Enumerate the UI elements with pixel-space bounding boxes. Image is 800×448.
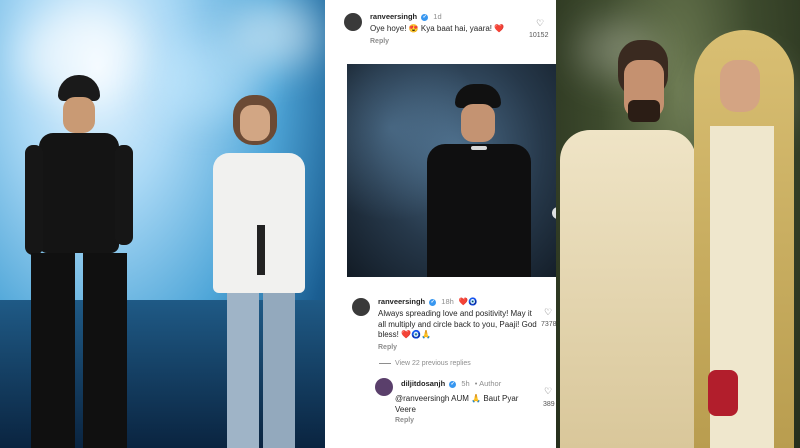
view-replies-link[interactable]: View 22 previous replies: [379, 360, 471, 367]
author-label: Author: [479, 379, 502, 388]
heart-icon[interactable]: ♡: [544, 386, 552, 397]
comment-item: diljitdosanjh ✓ 5h • Author @ranveersing…: [325, 375, 556, 445]
comment-emoji: ❤️🧿: [458, 297, 478, 306]
post-image[interactable]: ›: [347, 64, 568, 277]
comment-username[interactable]: ranveersingh: [378, 297, 425, 306]
heart-icon[interactable]: ♡: [544, 307, 552, 318]
reply-button[interactable]: Reply: [395, 417, 414, 424]
bride-figure: [686, 30, 800, 448]
performer-figure: [407, 84, 537, 277]
comment-username[interactable]: diljitdosanjh: [401, 379, 445, 388]
like-count: 7378: [541, 321, 557, 328]
couple-photo: [556, 0, 800, 448]
view-replies-label: View 22 previous replies: [395, 360, 471, 367]
groom-figure: [556, 40, 696, 448]
comment-username[interactable]: ranveersingh: [370, 12, 417, 21]
comment-text: @ranveersingh AUM 🙏 Baut Pyar Veere: [395, 394, 519, 414]
verified-badge-icon: ✓: [421, 13, 429, 21]
comment-time: 18h: [441, 297, 454, 306]
comment-text: Oye hoye! 😍 Kya baat hai, yaara! ❤️: [370, 24, 505, 33]
comment-item: ranveersingh ✓ 1d Oye hoye! 😍 Kya baat h…: [325, 0, 556, 60]
avatar[interactable]: [352, 298, 370, 316]
reply-button[interactable]: Reply: [378, 344, 397, 351]
reply-button[interactable]: Reply: [370, 38, 389, 45]
comment-time: 5h: [461, 379, 470, 388]
comment-thread: ranveersingh ✓ 1d Oye hoye! 😍 Kya baat h…: [325, 0, 568, 448]
comment-text: Always spreading love and positivity! Ma…: [378, 309, 537, 339]
heart-icon[interactable]: ♡: [536, 18, 544, 29]
avatar[interactable]: [344, 13, 362, 31]
verified-badge-icon: ✓: [449, 380, 457, 388]
singer-figure: [205, 95, 315, 448]
concert-photo: [0, 0, 325, 448]
comment-time: 1d: [433, 12, 442, 21]
like-count: 10152: [529, 32, 549, 39]
avatar[interactable]: [375, 378, 393, 396]
like-count: 389: [543, 401, 555, 408]
verified-badge-icon: ✓: [429, 298, 437, 306]
comment-item: ranveersingh ✓ 18h ❤️🧿 Always spreading …: [325, 290, 557, 360]
performer-figure: [25, 75, 135, 448]
